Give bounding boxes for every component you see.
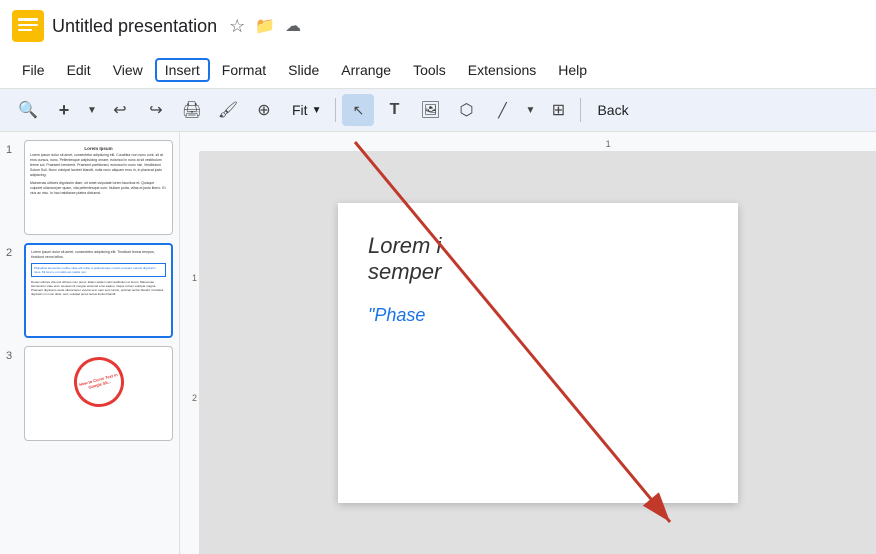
title-bar: Untitled presentation ☆ 📁 ☁ — [0, 0, 876, 52]
menu-edit[interactable]: Edit — [57, 58, 101, 82]
slide-2-outro: Donec ultrices vita orci ultrices com pu… — [31, 280, 166, 297]
menu-format[interactable]: Format — [212, 58, 276, 82]
zoom-fit-dropdown[interactable]: Fit ▼ — [284, 98, 329, 122]
folder-icon[interactable]: 📁 — [255, 16, 275, 36]
toolbar: 🔍 + ▼ ↩ ↪ 🖨 🖌 ⊕ Fit ▼ ↖ T 🖼 ⬡ ╱ ▼ ⊞ Back — [0, 88, 876, 132]
slide-number-1: 1 — [6, 140, 18, 156]
slide-main-text: Lorem isemper — [368, 233, 708, 285]
slide-1-content: Lorem ipsum dolor sit amet, consectetur … — [30, 153, 167, 177]
shapes-button[interactable]: ⬡ — [450, 94, 482, 126]
title-icons: ☆ 📁 ☁ — [229, 16, 301, 37]
menu-extensions[interactable]: Extensions — [458, 58, 546, 82]
print-button[interactable]: 🖨 — [176, 94, 208, 126]
menu-bar: File Edit View Insert Format Slide Arran… — [0, 52, 876, 88]
ruler-left-mark-1: 1 — [192, 273, 197, 283]
slide-2-intro: Lorem ipsum dolor sit amet, consectetur … — [31, 250, 166, 260]
line-button[interactable]: ╱ — [486, 94, 518, 126]
menu-tools[interactable]: Tools — [403, 58, 456, 82]
slide-thumb-2[interactable]: Lorem ipsum dolor sit amet, consectetur … — [24, 243, 173, 338]
paint-format-button[interactable]: 🖌 — [212, 94, 244, 126]
zoom-in-button[interactable]: + — [48, 94, 80, 126]
canvas-area: 1 1 2 Lorem isemper "Phase — [180, 132, 876, 554]
slide-2-blue-box: Phasellus elementum tellus vitae elit nu… — [31, 263, 166, 277]
insert-placeholder-button[interactable]: ⊞ — [542, 94, 574, 126]
slide-item-2[interactable]: 2 Lorem ipsum dolor sit amet, consectetu… — [6, 243, 173, 338]
slide-1-content2: Maecenas ultrices dignissim diam, sit am… — [30, 181, 167, 196]
slide-number-2: 2 — [6, 243, 18, 259]
zoom-out-button[interactable]: 🔍 — [12, 94, 44, 126]
ruler-left: 1 2 — [180, 152, 200, 554]
menu-file[interactable]: File — [12, 58, 55, 82]
slide-blue-text: "Phase — [368, 305, 708, 326]
zoom-fit-label: Fit — [292, 102, 308, 118]
presentation-title: Untitled presentation — [52, 16, 217, 37]
undo-button[interactable]: ↩ — [104, 94, 136, 126]
ruler-top: 1 — [200, 132, 876, 152]
ruler-top-mark-1: 1 — [606, 139, 611, 149]
slide-canvas: Lorem isemper "Phase — [200, 152, 876, 554]
menu-insert[interactable]: Insert — [155, 58, 210, 82]
slide-thumb-3[interactable]: How to Curve Text in Google Sli... — [24, 346, 173, 441]
menu-view[interactable]: View — [103, 58, 153, 82]
text-button[interactable]: T — [378, 94, 410, 126]
menu-slide[interactable]: Slide — [278, 58, 329, 82]
back-button[interactable]: Back — [587, 98, 638, 122]
magnify-button[interactable]: ⊕ — [248, 94, 280, 126]
slide-item-1[interactable]: 1 Lorem Ipsum Lorem ipsum dolor sit amet… — [6, 140, 173, 235]
slide-number-3: 3 — [6, 346, 18, 362]
main-area: 1 Lorem Ipsum Lorem ipsum dolor sit amet… — [0, 132, 876, 554]
select-button[interactable]: ↖ — [342, 94, 374, 126]
slide-thumb-1[interactable]: Lorem Ipsum Lorem ipsum dolor sit amet, … — [24, 140, 173, 235]
toolbar-divider-1 — [335, 98, 336, 122]
ruler-left-mark-2: 2 — [192, 393, 197, 403]
zoom-dropdown-arrow[interactable]: ▼ — [84, 94, 100, 126]
slide-1-title: Lorem Ipsum — [30, 146, 167, 151]
slide-3-circle: How to Curve Text in Google Sli... — [68, 351, 129, 412]
zoom-fit-arrow: ▼ — [312, 105, 322, 116]
toolbar-divider-2 — [580, 98, 581, 122]
slide-page: Lorem isemper "Phase — [338, 203, 738, 503]
star-icon[interactable]: ☆ — [229, 16, 245, 37]
cloud-icon[interactable]: ☁ — [285, 16, 301, 36]
menu-help[interactable]: Help — [548, 58, 597, 82]
line-dropdown-arrow[interactable]: ▼ — [522, 94, 538, 126]
slide-item-3[interactable]: 3 How to Curve Text in Google Sli... — [6, 346, 173, 441]
redo-button[interactable]: ↪ — [140, 94, 172, 126]
slides-panel: 1 Lorem Ipsum Lorem ipsum dolor sit amet… — [0, 132, 180, 554]
menu-arrange[interactable]: Arrange — [331, 58, 401, 82]
image-button[interactable]: 🖼 — [414, 94, 446, 126]
app-logo — [12, 10, 44, 42]
